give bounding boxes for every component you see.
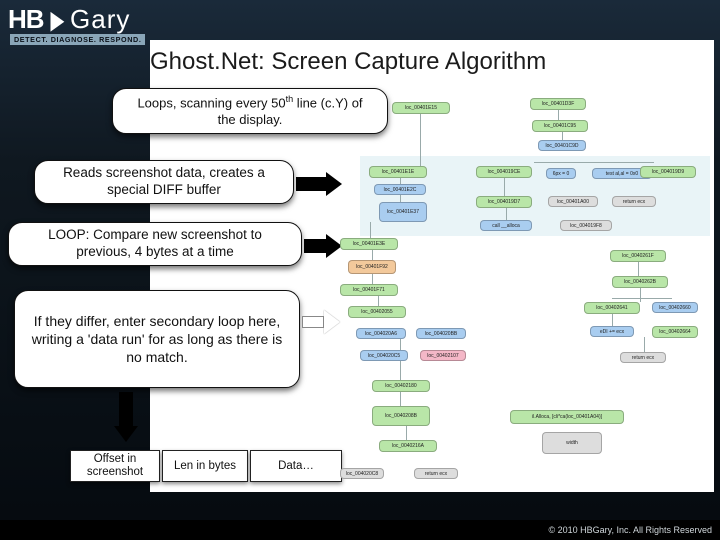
flow-node: eDI += ecx	[590, 326, 634, 337]
flow-node: return ecx	[620, 352, 666, 363]
flow-edge	[534, 162, 654, 163]
chevron-right-icon: ▶	[50, 6, 63, 35]
arrow-right-1	[296, 172, 342, 196]
flow-node: return ecx	[414, 468, 458, 479]
flow-node: loc_00402664	[652, 326, 698, 338]
flow-node: loc_00402641	[584, 302, 640, 314]
flow-edge	[400, 392, 401, 406]
arrow-right-2	[304, 234, 342, 258]
flow-node: loc_00401E15	[392, 102, 450, 114]
flow-node: loc_0040216A	[379, 440, 437, 452]
flow-node: loc_004020A6	[356, 328, 406, 339]
callout-diff-buffer: Reads screenshot data, creates a special…	[34, 160, 294, 204]
callout-1-pre: Loops, scanning every 50	[137, 95, 285, 110]
flow-node: loc_004019CE	[476, 166, 532, 178]
flow-node: return ecx	[612, 196, 656, 207]
flow-node: loc_00401E37	[379, 202, 427, 222]
flow-edge	[370, 222, 371, 238]
flow-node: loc_0040208B	[372, 406, 430, 426]
flow-node: loc_00401F92	[348, 260, 396, 274]
page-title: Ghost.Net: Screen Capture Algorithm	[150, 48, 546, 76]
arrow-down	[118, 392, 134, 442]
logo-gary: Gary	[70, 4, 130, 35]
flow-node: loc_00401C9D	[538, 140, 586, 151]
arrow-right-3	[302, 310, 340, 334]
flow-node: loc_004019D7	[476, 196, 532, 208]
flow-edge	[372, 274, 373, 284]
flow-edge	[420, 114, 421, 166]
flow-node: loc_00401D3F	[530, 98, 586, 110]
flow-edge	[400, 195, 401, 202]
callout-loop-scan: Loops, scanning every 50th line (c.Y) of…	[112, 88, 388, 134]
flow-node: loc_00401F71	[340, 284, 398, 296]
flow-node: call __alloca	[480, 220, 532, 231]
flow-node: loc_00401E1E	[369, 166, 427, 178]
flow-node: loc_00401E2C	[374, 184, 426, 195]
flow-edge	[506, 208, 507, 220]
flow-node: 6px = 0	[546, 168, 576, 179]
flow-node: loc_004020BB	[416, 328, 466, 339]
flow-edge	[372, 250, 373, 260]
callout-loop-compare: LOOP: Compare new screenshot to previous…	[8, 222, 302, 266]
flow-edge	[378, 296, 379, 306]
logo-hb: HB	[8, 4, 44, 35]
flow-edge	[400, 361, 401, 380]
flow-node: loc_00402180	[372, 380, 430, 392]
flow-node: width	[542, 432, 602, 454]
flow-edge	[504, 178, 505, 196]
flow-node: loc_00401C95	[532, 120, 588, 132]
flow-node: loc_0040261F	[610, 250, 666, 262]
flow-edge	[612, 314, 613, 326]
logo: HB ▶ Gary	[8, 4, 130, 35]
slide: HB ▶ Gary DETECT. DIAGNOSE. RESPOND. Gho…	[0, 0, 720, 540]
flow-node: loc_00401A00	[548, 196, 598, 207]
callout-secondary-loop: If they differ, enter secondary loop her…	[14, 290, 300, 388]
flow-node: loc_00401E3E	[340, 238, 398, 250]
field-offset: Offset in screenshot	[70, 450, 160, 482]
flow-edge	[562, 132, 563, 140]
flow-node: loc_004019F8	[560, 220, 612, 231]
flow-node: loc_00402660	[652, 302, 698, 313]
flow-edge	[640, 288, 641, 302]
flow-node: loc_004019D9	[640, 166, 696, 178]
field-length: Len in bytes	[162, 450, 248, 482]
flow-edge	[638, 262, 639, 276]
logo-tagline: DETECT. DIAGNOSE. RESPOND.	[10, 34, 145, 45]
flow-edge	[406, 426, 407, 440]
flow-edge	[558, 110, 559, 120]
flow-edge	[400, 178, 401, 184]
flow-edge	[612, 298, 672, 299]
flow-node: loc_004020C8	[340, 468, 384, 479]
field-data: Data…	[250, 450, 342, 482]
flow-edge	[644, 337, 645, 352]
flow-node: loc_00402055	[348, 306, 406, 318]
flow-node: il.Alloca, [cli*ca(loc_00401A04)]	[510, 410, 624, 424]
flow-node: loc_0040262B	[612, 276, 668, 288]
flow-node: loc_004020C5	[360, 350, 408, 361]
footer-copyright: © 2010 HBGary, Inc. All Rights Reserved	[0, 520, 720, 540]
flow-edge	[400, 339, 401, 350]
flow-node: loc_00402107	[420, 350, 466, 361]
